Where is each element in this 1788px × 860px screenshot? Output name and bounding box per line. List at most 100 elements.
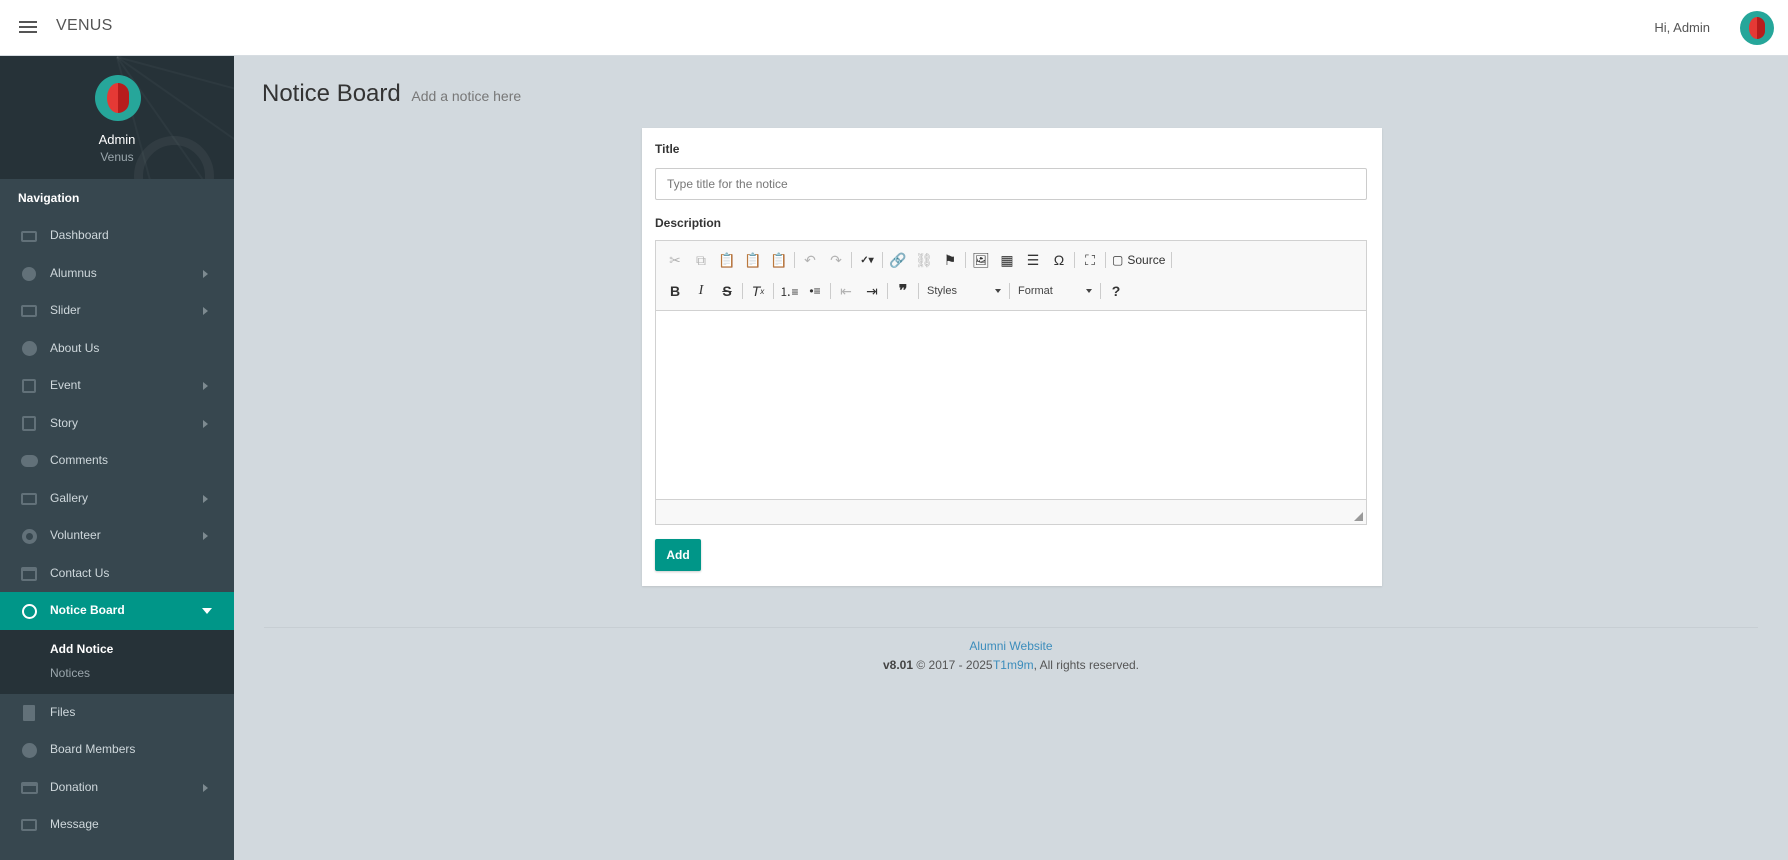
sidebar-item-message[interactable]: Message bbox=[0, 806, 234, 844]
site-link[interactable]: Alumni Website bbox=[969, 639, 1052, 653]
format-dropdown[interactable]: Format bbox=[1012, 279, 1098, 303]
user-greeting[interactable]: Hi, Admin bbox=[1654, 20, 1710, 35]
source-icon: ▢ bbox=[1112, 253, 1124, 267]
sidebar-item-event[interactable]: Event bbox=[0, 367, 234, 405]
unlink-icon[interactable]: ⛓ bbox=[911, 248, 937, 272]
menu-toggle-icon[interactable] bbox=[19, 20, 37, 34]
chevron-right-icon bbox=[203, 783, 208, 792]
sidebar-item-donation[interactable]: Donation bbox=[0, 769, 234, 807]
footer-copyright: v8.01 © 2017 - 2025 T1m9m, All rights re… bbox=[264, 658, 1758, 672]
chevron-right-icon bbox=[203, 532, 208, 540]
special-char-icon[interactable]: Ω bbox=[1046, 248, 1072, 272]
sidebar-item-comments[interactable]: Comments bbox=[0, 442, 234, 480]
chevron-down-icon bbox=[995, 289, 1001, 293]
sidebar-item-about-us[interactable]: About Us bbox=[0, 330, 234, 368]
footer-divider bbox=[264, 627, 1758, 628]
sidebar-item-label: Volunteer bbox=[50, 528, 101, 542]
strikethrough-icon[interactable]: S bbox=[714, 279, 740, 303]
book-icon bbox=[20, 416, 38, 432]
sidebar-item-files[interactable]: Files bbox=[0, 694, 234, 732]
remove-format-icon[interactable]: Tx bbox=[745, 279, 771, 303]
notice-board-submenu: Add Notice Notices bbox=[0, 629, 234, 694]
chevron-right-icon bbox=[203, 269, 208, 278]
bank-icon bbox=[20, 566, 38, 582]
resize-handle-icon[interactable] bbox=[1354, 512, 1363, 521]
paste-icon[interactable]: 📋 bbox=[714, 248, 740, 272]
copyright-years: © 2017 - 2025 bbox=[916, 658, 993, 672]
page-subtitle: Add a notice here bbox=[411, 88, 522, 104]
nav-header: Navigation bbox=[18, 191, 80, 205]
undo-icon[interactable]: ↶ bbox=[797, 248, 823, 272]
chevron-right-icon bbox=[203, 494, 208, 503]
sidebar-profile: Admin Venus bbox=[0, 56, 234, 179]
info-icon bbox=[20, 341, 38, 357]
user-avatar[interactable] bbox=[1740, 11, 1774, 45]
sidebar-item-label: Message bbox=[50, 817, 99, 831]
sidebar-item-label: Slider bbox=[50, 303, 81, 317]
sidebar-item-label: About Us bbox=[50, 340, 100, 355]
sidebar-item-board-members[interactable]: Board Members bbox=[0, 731, 234, 769]
title-input[interactable] bbox=[655, 168, 1367, 200]
submenu-item-add-notice[interactable]: Add Notice bbox=[0, 637, 234, 661]
sidebar-item-dashboard[interactable]: Dashboard bbox=[0, 217, 234, 255]
copy-icon[interactable]: ⧉ bbox=[688, 248, 714, 272]
sidebar-item-volunteer[interactable]: Volunteer bbox=[0, 517, 234, 555]
sidebar-item-story[interactable]: Story bbox=[0, 405, 234, 443]
format-label: Format bbox=[1018, 285, 1053, 297]
table-icon[interactable]: ▦ bbox=[994, 248, 1020, 272]
horizontal-line-icon[interactable]: ☰ bbox=[1020, 248, 1046, 272]
outdent-icon[interactable]: ⇤ bbox=[833, 279, 859, 303]
cut-icon[interactable]: ✂ bbox=[662, 248, 688, 272]
profile-name: Admin bbox=[98, 132, 136, 147]
top-navbar: VENUS Hi, Admin bbox=[0, 0, 1788, 56]
rich-text-editor: ✂ ⧉ 📋 📋 📋 ↶ ↷ ✓▾ 🔗 ⛓ ⚑ 🖼 ▦ ☰ Ω ⛶ ▢ Sourc… bbox=[655, 240, 1367, 525]
profile-avatar bbox=[95, 75, 141, 121]
help-icon[interactable]: ? bbox=[1103, 279, 1129, 303]
numbered-list-icon[interactable]: ⒈≡ bbox=[776, 279, 802, 303]
sidebar-item-contact-us[interactable]: Contact Us bbox=[0, 555, 234, 593]
source-button[interactable]: ▢ Source bbox=[1108, 248, 1169, 272]
sidebar-item-notice-board[interactable]: Notice Board bbox=[0, 592, 234, 630]
editor-content-area[interactable] bbox=[656, 311, 1366, 499]
chevron-right-icon bbox=[203, 419, 208, 428]
brand-logo[interactable]: VENUS bbox=[56, 17, 113, 35]
italic-icon[interactable]: I bbox=[688, 279, 714, 303]
indent-icon[interactable]: ⇥ bbox=[859, 279, 885, 303]
sidebar-item-gallery[interactable]: Gallery bbox=[0, 480, 234, 518]
notice-form-card: Title Description ✂ ⧉ 📋 📋 📋 ↶ ↷ ✓▾ 🔗 ⛓ ⚑… bbox=[642, 128, 1382, 586]
author-link[interactable]: T1m9m bbox=[993, 658, 1034, 672]
life-ring-icon bbox=[20, 528, 38, 544]
styles-dropdown[interactable]: Styles bbox=[921, 279, 1007, 303]
sidebar-item-label: Comments bbox=[50, 453, 109, 467]
image-icon[interactable]: 🖼 bbox=[968, 248, 994, 272]
image-icon bbox=[20, 303, 38, 319]
sidebar-item-alumnus[interactable]: Alumnus bbox=[0, 255, 234, 293]
file-icon bbox=[20, 704, 38, 721]
podcast-icon bbox=[20, 603, 38, 619]
redo-icon[interactable]: ↷ bbox=[823, 248, 849, 272]
anchor-flag-icon[interactable]: ⚑ bbox=[937, 248, 963, 272]
sidebar-item-label: Event bbox=[50, 378, 81, 392]
bulleted-list-icon[interactable]: •≡ bbox=[802, 279, 828, 303]
sidebar-item-label: Board Members bbox=[50, 742, 136, 756]
bold-icon[interactable]: B bbox=[662, 279, 688, 303]
add-button[interactable]: Add bbox=[655, 539, 701, 571]
maximize-icon[interactable]: ⛶ bbox=[1077, 248, 1103, 272]
chevron-down-icon bbox=[1086, 289, 1092, 293]
paste-word-icon[interactable]: 📋 bbox=[766, 248, 792, 272]
sidebar-item-label: Dashboard bbox=[50, 228, 109, 242]
version-label: v8.01 bbox=[883, 658, 914, 672]
link-icon[interactable]: 🔗 bbox=[885, 248, 911, 272]
editor-toolbar: ✂ ⧉ 📋 📋 📋 ↶ ↷ ✓▾ 🔗 ⛓ ⚑ 🖼 ▦ ☰ Ω ⛶ ▢ Sourc… bbox=[656, 241, 1366, 311]
rights-text: , All rights reserved. bbox=[1033, 658, 1139, 672]
sidebar-item-slider[interactable]: Slider bbox=[0, 292, 234, 330]
styles-label: Styles bbox=[927, 285, 957, 297]
blockquote-icon[interactable]: ❞ bbox=[890, 279, 916, 303]
sidebar-item-label: Files bbox=[50, 704, 76, 719]
submenu-item-notices[interactable]: Notices bbox=[0, 661, 234, 685]
sidebar-item-label: Contact Us bbox=[50, 565, 110, 580]
spellcheck-icon[interactable]: ✓▾ bbox=[854, 248, 880, 272]
paste-text-icon[interactable]: 📋 bbox=[740, 248, 766, 272]
sidebar-item-label: Alumnus bbox=[50, 265, 97, 280]
user-icon bbox=[20, 266, 38, 282]
